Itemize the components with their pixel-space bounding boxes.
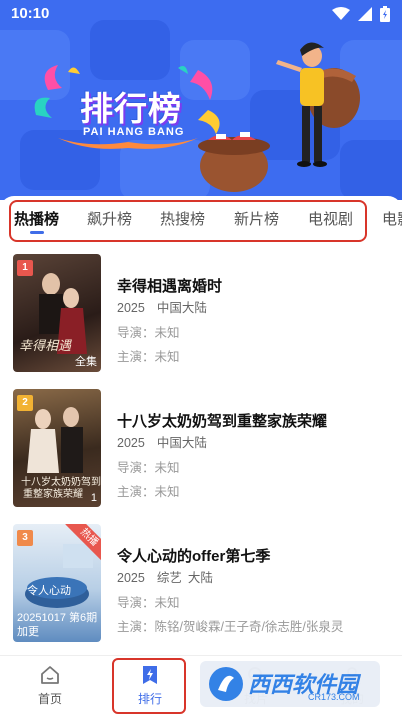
hero-title: 排行榜 [80, 90, 182, 127]
status-time: 10:10 [11, 5, 50, 22]
item-region: 中国大陆 [156, 301, 207, 315]
svg-text:幸得相遇: 幸得相遇 [19, 339, 72, 354]
nav-home[interactable]: 首页 [20, 664, 80, 707]
item-year: 2025 [117, 571, 145, 585]
item-region: 中国大陆 [156, 436, 207, 450]
tab-hot-search[interactable]: 热搜榜 [160, 208, 205, 229]
list-item[interactable]: 幸得相遇 1 全集 幸得相遇离婚时 2025 中国大陆 导演：未知 主演：未知 [0, 254, 402, 372]
list-item[interactable]: 令人心动 3 热播 20251017 第6期加更 令人心动的offer第七季 2… [0, 524, 402, 642]
tab-tv-series[interactable]: 电视剧 [308, 208, 353, 229]
item-meta: 2025 综艺 大陆 [117, 567, 213, 586]
tab-hot-play[interactable]: 热播榜 [14, 208, 59, 229]
nav-home-label: 首页 [37, 692, 62, 706]
tab-movie[interactable]: 电影 [382, 208, 402, 229]
watermark-url: CR173.COM [308, 692, 360, 702]
wifi-icon [332, 7, 350, 20]
ranking-icon [143, 666, 157, 684]
item-title[interactable]: 令人心动的offer第七季 [117, 545, 270, 566]
hero-banner: 10:10 排行榜 PAI HANG BANG [0, 0, 402, 200]
tab-new[interactable]: 新片榜 [234, 208, 279, 229]
rank-badge: 1 [17, 260, 33, 276]
item-cast: 主演：未知 [117, 350, 180, 364]
poster-caption: 全集 [75, 356, 97, 368]
item-title[interactable]: 幸得相遇离婚时 [117, 275, 222, 296]
site-watermark: 西西软件园 CR173.COM [200, 661, 380, 707]
svg-text:十八岁太奶奶驾到: 十八岁太奶奶驾到 [21, 475, 101, 488]
status-bar: 10:10 [0, 0, 402, 28]
nav-ranking[interactable]: 排行 [120, 664, 180, 707]
item-year: 2025 [117, 436, 145, 450]
svg-text:重整家族荣耀: 重整家族荣耀 [23, 487, 83, 500]
poster-caption: 20251017 第6期加更 [17, 612, 98, 638]
ranking-tabs: 热播榜 飙升榜 热搜榜 新片榜 电视剧 电影 [0, 196, 402, 248]
active-tab-indicator [30, 231, 44, 234]
item-genre: 综艺 [156, 571, 182, 585]
item-cast: 主演：陈铭/贺峻霖/王子奇/徐志胜/张泉灵 [117, 620, 344, 634]
tab-rising[interactable]: 飙升榜 [87, 208, 132, 229]
svg-text:令人心动: 令人心动 [27, 583, 71, 597]
poster-caption: 1 [90, 492, 97, 504]
battery-icon [380, 6, 390, 22]
poster-image[interactable]: 幸得相遇 1 全集 [13, 254, 101, 372]
item-region: 大陆 [187, 571, 213, 585]
list-item[interactable]: 十八岁太奶奶驾到 重整家族荣耀 2 1 十八岁太奶奶驾到重整家族荣耀 2025 中… [0, 389, 402, 507]
item-year: 2025 [117, 301, 145, 315]
item-title[interactable]: 十八岁太奶奶驾到重整家族荣耀 [117, 410, 327, 431]
rank-badge: 2 [17, 395, 33, 411]
rank-badge: 3 [17, 530, 33, 546]
hero-subtitle: PAI HANG BANG [83, 126, 185, 138]
nav-ranking-label: 排行 [137, 692, 162, 706]
item-meta: 2025 中国大陆 [117, 297, 207, 316]
item-meta: 2025 中国大陆 [117, 432, 207, 451]
watermark-logo-icon [209, 667, 243, 701]
home-icon [41, 666, 59, 684]
item-director: 导演：未知 [117, 326, 180, 340]
poster-image[interactable]: 十八岁太奶奶驾到 重整家族荣耀 2 1 [13, 389, 101, 507]
item-director: 导演：未知 [117, 461, 180, 475]
person-with-bag-illustration [198, 42, 360, 192]
item-cast: 主演：未知 [117, 485, 180, 499]
item-director: 导演：未知 [117, 596, 180, 610]
signal-icon [358, 7, 372, 21]
poster-image[interactable]: 令人心动 3 热播 20251017 第6期加更 [13, 524, 101, 642]
